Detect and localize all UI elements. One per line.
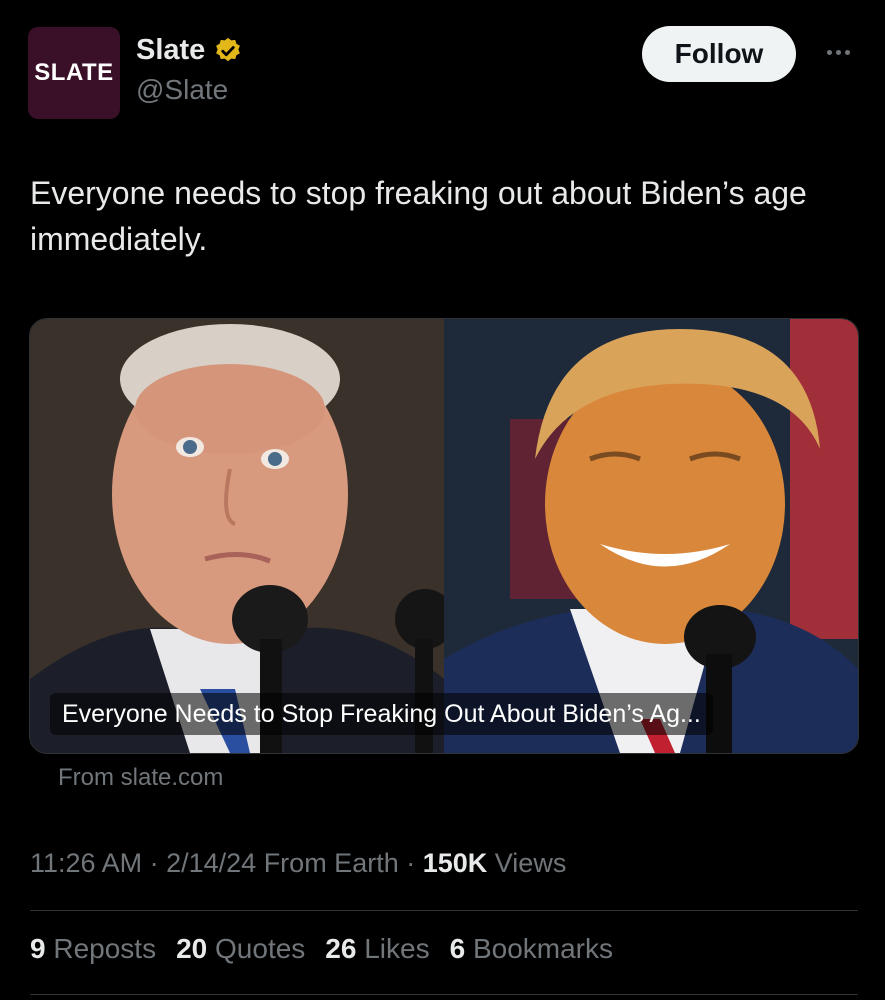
card-source[interactable]: From slate.com: [58, 764, 223, 792]
tweet-client: From Earth: [263, 848, 399, 878]
avatar[interactable]: SLATE: [28, 27, 120, 119]
views-count: 150K: [422, 848, 488, 878]
divider: [30, 910, 858, 911]
card-title: Everyone Needs to Stop Freaking Out Abou…: [50, 693, 713, 735]
quotes-stat[interactable]: 20 Quotes: [176, 933, 305, 965]
divider: [30, 994, 858, 995]
tweet-meta: 11:26 AM · 2/14/24 From Earth · 150K Vie…: [30, 848, 567, 878]
link-card[interactable]: Everyone Needs to Stop Freaking Out Abou…: [29, 318, 859, 754]
tweet-text: Everyone needs to stop freaking out abou…: [30, 175, 807, 257]
more-options-icon[interactable]: [818, 40, 858, 64]
tweet-date[interactable]: 2/14/24: [166, 848, 256, 878]
likes-stat[interactable]: 26 Likes: [325, 933, 429, 965]
verified-badge-icon: [216, 37, 241, 61]
card-image: [30, 319, 858, 753]
engagement-stats: 9 Reposts 20 Quotes 26 Likes 6 Bookmarks: [30, 933, 613, 965]
tweet-time[interactable]: 11:26 AM: [30, 848, 142, 878]
follow-button[interactable]: Follow: [642, 26, 796, 82]
views-label: Views: [494, 848, 567, 878]
author-name-row[interactable]: Slate: [136, 34, 243, 67]
account-handle[interactable]: @Slate: [136, 74, 228, 106]
reposts-stat[interactable]: 9 Reposts: [30, 933, 156, 965]
display-name[interactable]: Slate: [136, 34, 205, 67]
bookmarks-stat[interactable]: 6 Bookmarks: [450, 933, 613, 965]
